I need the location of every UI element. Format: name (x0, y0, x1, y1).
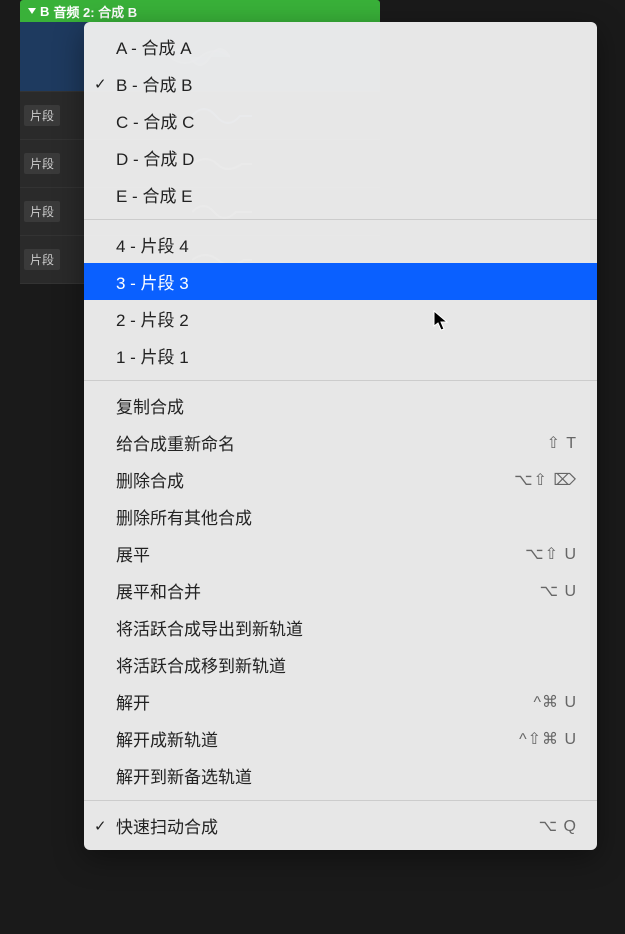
menu-action-5[interactable]: 展平和合并⌥ U (84, 572, 597, 609)
menu-item-label: 1 - 片段 1 (116, 343, 577, 368)
menu-item-label: 删除所有其他合成 (116, 504, 577, 529)
checkmark-icon: ✓ (94, 75, 107, 93)
menu-comp-E[interactable]: E - 合成 E (84, 176, 597, 213)
menu-item-shortcut: ⌥⇧ ⌦ (514, 470, 577, 490)
menu-comp-D[interactable]: D - 合成 D (84, 139, 597, 176)
menu-item-shortcut: ⌥⇧ U (525, 544, 577, 564)
menu-action-7[interactable]: 将活跃合成移到新轨道 (84, 646, 597, 683)
menu-item-label: 复制合成 (116, 393, 577, 418)
menu-item-label: 解开成新轨道 (116, 726, 519, 751)
menu-item-label: 3 - 片段 3 (116, 269, 577, 294)
menu-item-label: 解开 (116, 689, 533, 714)
menu-action-2[interactable]: 删除合成⌥⇧ ⌦ (84, 461, 597, 498)
menu-action-9[interactable]: 解开成新轨道^⇧⌘ U (84, 720, 597, 757)
menu-action-10[interactable]: 解开到新备选轨道 (84, 757, 597, 794)
checkmark-icon: ✓ (94, 817, 107, 835)
menu-divider (84, 380, 597, 381)
menu-action-1[interactable]: 给合成重新命名⇧ T (84, 424, 597, 461)
menu-divider (84, 219, 597, 220)
take-label: 片段 (24, 153, 60, 174)
menu-comp-C[interactable]: C - 合成 C (84, 102, 597, 139)
menu-item-label: E - 合成 E (116, 182, 577, 207)
menu-item-label: 给合成重新命名 (116, 430, 547, 455)
take-label: 片段 (24, 249, 60, 270)
menu-item-label: C - 合成 C (116, 108, 577, 133)
menu-comp-A[interactable]: A - 合成 A (84, 28, 597, 65)
menu-item-shortcut: ^⇧⌘ U (519, 729, 577, 749)
menu-action-3[interactable]: 删除所有其他合成 (84, 498, 597, 535)
menu-item-label: B - 合成 B (116, 71, 577, 96)
menu-item-shortcut: ⌥ U (540, 581, 577, 601)
menu-item-shortcut: ⇧ T (547, 433, 577, 453)
menu-item-label: 删除合成 (116, 467, 514, 492)
menu-take-4[interactable]: 4 - 片段 4 (84, 226, 597, 263)
region-title: 音频 2: 合成 B (53, 2, 137, 21)
menu-item-label: 2 - 片段 2 (116, 306, 577, 331)
menu-action-4[interactable]: 展平⌥⇧ U (84, 535, 597, 572)
take-label: 片段 (24, 105, 60, 126)
take-label: 片段 (24, 201, 60, 222)
menu-item-label: 将活跃合成导出到新轨道 (116, 615, 577, 640)
menu-take-2[interactable]: 2 - 片段 2 (84, 300, 597, 337)
menu-footer-0[interactable]: ✓ 快速扫动合成⌥ Q (84, 807, 597, 844)
menu-item-label: 4 - 片段 4 (116, 232, 577, 257)
menu-comp-B[interactable]: ✓ B - 合成 B (84, 65, 597, 102)
menu-action-6[interactable]: 将活跃合成导出到新轨道 (84, 609, 597, 646)
comp-letter: B (40, 4, 49, 19)
menu-action-8[interactable]: 解开^⌘ U (84, 683, 597, 720)
menu-item-label: D - 合成 D (116, 145, 577, 170)
region-header[interactable]: B 音频 2: 合成 B (20, 0, 380, 22)
menu-take-1[interactable]: 1 - 片段 1 (84, 337, 597, 374)
menu-item-shortcut: ⌥ Q (539, 816, 577, 836)
menu-take-3[interactable]: 3 - 片段 3 (84, 263, 597, 300)
menu-item-label: 解开到新备选轨道 (116, 763, 577, 788)
menu-item-label: 快速扫动合成 (116, 813, 539, 838)
menu-item-label: 展平 (116, 541, 525, 566)
context-menu: A - 合成 A ✓ B - 合成 B C - 合成 C D - 合成 D E - 合成 … (84, 22, 597, 850)
menu-item-shortcut: ^⌘ U (533, 692, 577, 712)
disclosure-triangle-icon[interactable] (28, 8, 36, 14)
menu-divider (84, 800, 597, 801)
menu-item-label: 展平和合并 (116, 578, 540, 603)
menu-item-label: A - 合成 A (116, 34, 577, 59)
menu-item-label: 将活跃合成移到新轨道 (116, 652, 577, 677)
menu-action-0[interactable]: 复制合成 (84, 387, 597, 424)
